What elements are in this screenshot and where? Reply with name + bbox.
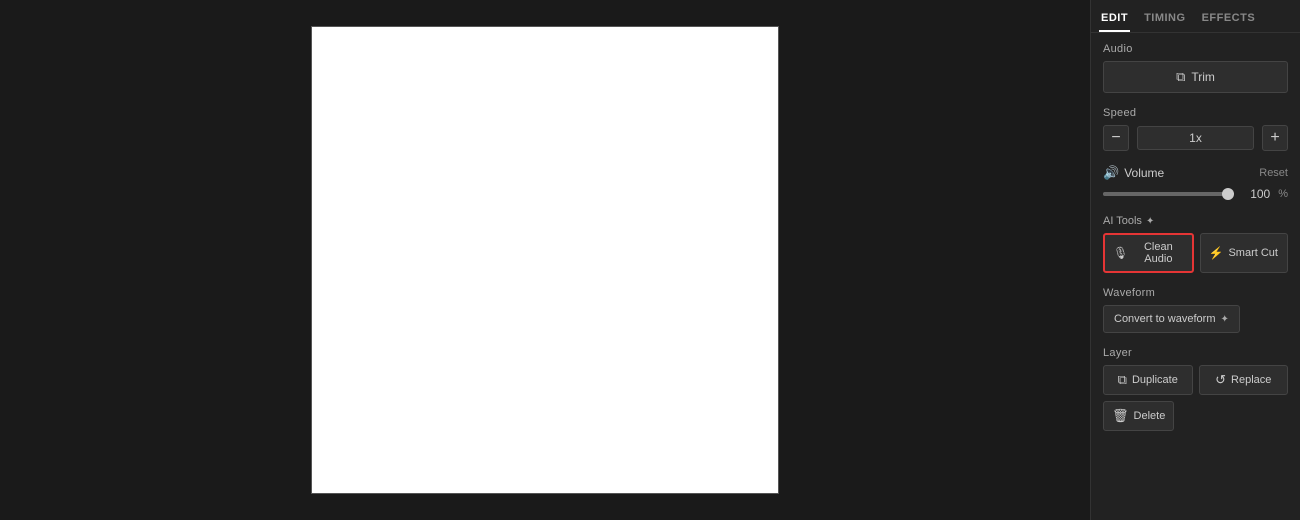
ai-tools-row: 🎙 Clean Audio ⚡ Smart Cut — [1103, 233, 1288, 273]
layer-section: Layer ⧉ Duplicate ↺ Replace 🗑 Delete — [1103, 347, 1288, 431]
convert-waveform-label: Convert to waveform — [1114, 313, 1215, 325]
duplicate-button[interactable]: ⧉ Duplicate — [1103, 365, 1193, 395]
ai-tools-text: AI Tools — [1103, 215, 1142, 227]
speed-controls: − 1x + — [1103, 125, 1288, 151]
clean-audio-button[interactable]: 🎙 Clean Audio — [1103, 233, 1194, 273]
volume-reset-button[interactable]: Reset — [1259, 167, 1288, 179]
volume-label-group: 🔊 Volume — [1103, 165, 1164, 181]
delete-label: Delete — [1134, 410, 1166, 422]
volume-slider-track[interactable] — [1103, 192, 1234, 196]
delete-icon: 🗑 — [1112, 408, 1129, 424]
audio-label: Audio — [1103, 43, 1288, 55]
volume-unit: % — [1278, 188, 1288, 200]
volume-icon: 🔊 — [1103, 165, 1119, 181]
smart-cut-label: Smart Cut — [1228, 247, 1278, 259]
duplicate-icon: ⧉ — [1118, 372, 1127, 388]
speed-decrease-button[interactable]: − — [1103, 125, 1129, 151]
audio-section: Audio ⧉ Trim — [1103, 43, 1288, 93]
speed-section: Speed − 1x + — [1103, 107, 1288, 151]
waveform-label: Waveform — [1103, 287, 1288, 299]
canvas-area — [0, 0, 1090, 520]
speed-label: Speed — [1103, 107, 1288, 119]
canvas-preview — [311, 26, 779, 494]
layer-label: Layer — [1103, 347, 1288, 359]
trim-button[interactable]: ⧉ Trim — [1103, 61, 1288, 93]
replace-button[interactable]: ↺ Replace — [1199, 365, 1289, 395]
volume-row: 🔊 Volume Reset — [1103, 165, 1288, 181]
clean-audio-label: Clean Audio — [1133, 241, 1183, 265]
volume-slider-thumb[interactable] — [1222, 188, 1234, 200]
replace-icon: ↺ — [1215, 372, 1226, 388]
replace-label: Replace — [1231, 374, 1271, 386]
waveform-sparkle-icon: ✦ — [1220, 314, 1228, 325]
ai-tools-section: AI Tools ✦ 🎙 Clean Audio ⚡ Smart Cut — [1103, 215, 1288, 273]
smart-cut-button[interactable]: ⚡ Smart Cut — [1200, 233, 1289, 273]
volume-section: 🔊 Volume Reset 100 % — [1103, 165, 1288, 201]
ai-tools-label: AI Tools ✦ — [1103, 215, 1288, 227]
waveform-section: Waveform Convert to waveform ✦ — [1103, 287, 1288, 333]
tab-edit[interactable]: EDIT — [1099, 6, 1130, 32]
speed-increase-button[interactable]: + — [1262, 125, 1288, 151]
delete-button[interactable]: 🗑 Delete — [1103, 401, 1174, 431]
tabs-bar: EDIT TIMING EFFECTS — [1091, 0, 1300, 33]
tab-effects[interactable]: EFFECTS — [1200, 6, 1258, 32]
panel-content: Audio ⧉ Trim Speed − 1x + 🔊 Volume Reset — [1091, 33, 1300, 441]
ai-sparkle-icon: ✦ — [1146, 216, 1154, 227]
tab-timing[interactable]: TIMING — [1142, 6, 1188, 32]
duplicate-label: Duplicate — [1132, 374, 1178, 386]
volume-value: 100 — [1242, 187, 1270, 201]
volume-slider-row: 100 % — [1103, 187, 1288, 201]
volume-label: Volume — [1124, 166, 1164, 180]
clean-audio-icon: 🎙 — [1113, 246, 1128, 260]
volume-slider-fill — [1103, 192, 1234, 196]
convert-waveform-button[interactable]: Convert to waveform ✦ — [1103, 305, 1240, 333]
layer-row: ⧉ Duplicate ↺ Replace — [1103, 365, 1288, 395]
speed-value: 1x — [1137, 126, 1254, 150]
trim-label: Trim — [1191, 70, 1215, 84]
smart-cut-icon: ⚡ — [1209, 246, 1224, 260]
trim-icon: ⧉ — [1176, 69, 1185, 85]
right-panel: EDIT TIMING EFFECTS Audio ⧉ Trim Speed −… — [1090, 0, 1300, 520]
